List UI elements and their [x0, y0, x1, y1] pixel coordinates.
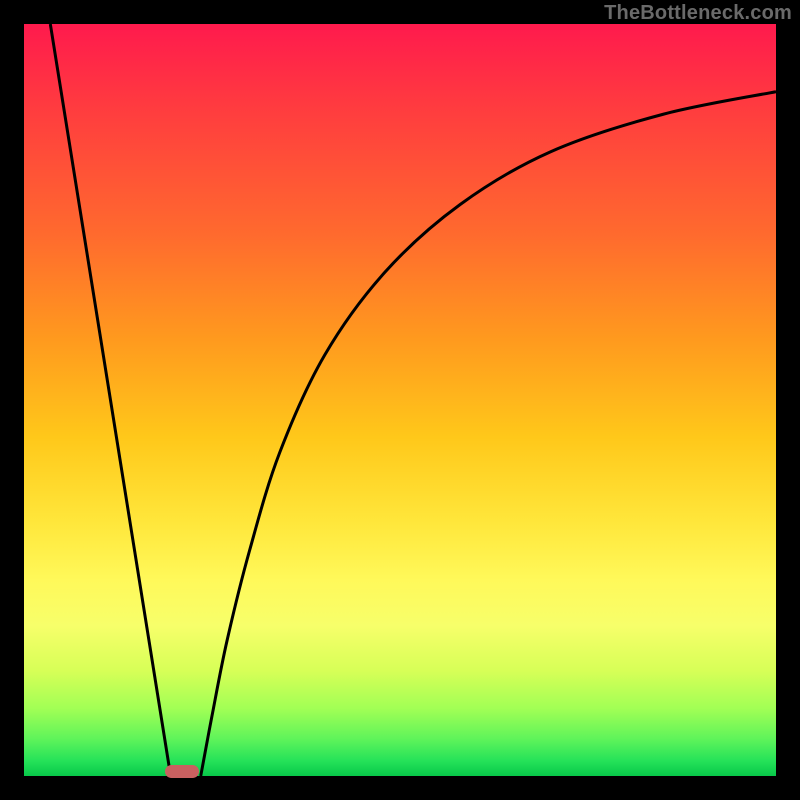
- plot-area: [24, 24, 776, 776]
- chart-frame: TheBottleneck.com: [0, 0, 800, 800]
- curve-layer: [24, 24, 776, 776]
- right-curve-path: [201, 92, 776, 776]
- watermark-text: TheBottleneck.com: [604, 2, 792, 25]
- left-line-path: [50, 24, 170, 776]
- bottom-marker: [165, 765, 199, 777]
